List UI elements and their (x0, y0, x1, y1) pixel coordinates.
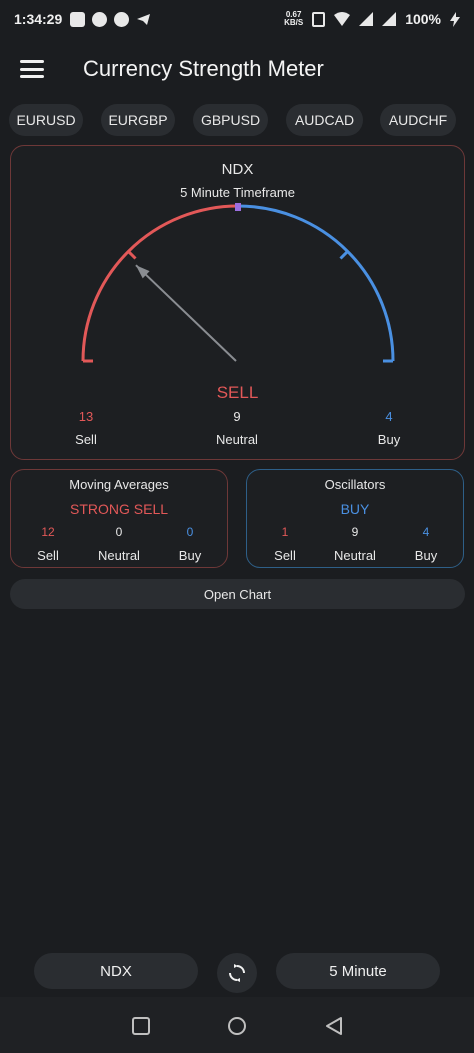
oscillators-card: Oscillators BUY 1 9 4 Sell Neutral Buy (246, 469, 464, 568)
buy-count: 4 (385, 409, 393, 424)
oscillators-title: Oscillators (324, 477, 386, 492)
back-icon[interactable] (323, 1015, 345, 1037)
buy-label: Buy (377, 432, 401, 447)
sell-count: 13 (78, 409, 94, 424)
messenger-icon (114, 11, 130, 27)
system-nav-bar (0, 997, 474, 1053)
symbol-select-button[interactable]: NDX (34, 953, 198, 989)
ma-sell-label: Sell (37, 548, 59, 563)
nfc-icon (312, 11, 326, 27)
notes-icon (70, 11, 86, 27)
network-speed: 0.67 KB/S (284, 10, 304, 27)
messenger-icon (92, 11, 108, 27)
refresh-icon (229, 964, 245, 982)
ma-buy-label: Buy (178, 548, 202, 563)
status-bar: 1:34:29 0.67 KB/S 100% (0, 0, 474, 38)
home-icon[interactable] (226, 1015, 248, 1037)
pair-chip[interactable]: AUDCHF (380, 104, 456, 136)
signal-icon (382, 12, 397, 26)
pair-chip[interactable]: GBPUSD (193, 104, 268, 136)
bottom-controls: NDX 5 Minute (0, 953, 474, 993)
osc-buy-label: Buy (414, 548, 438, 563)
signal-icon (359, 12, 374, 26)
gauge-sell-arc (81, 204, 239, 362)
ma-sell-count: 12 (41, 525, 55, 539)
neutral-count: 9 (233, 409, 241, 424)
osc-neutral-count: 9 (351, 525, 359, 539)
gauge-tick (339, 250, 349, 260)
pair-chips: EURUSD EURGBP GBPUSD AUDCAD AUDCHF (0, 104, 474, 136)
pair-chip[interactable]: EURUSD (9, 104, 83, 136)
status-time: 1:34:29 (14, 11, 63, 27)
ma-buy-count: 0 (186, 525, 194, 539)
osc-buy-count: 4 (422, 525, 430, 539)
app-title: Currency Strength Meter (83, 56, 324, 81)
app-bar: Currency Strength Meter (0, 44, 474, 94)
gauge (81, 203, 395, 363)
ma-neutral-count: 0 (115, 525, 123, 539)
gauge-buy-arc (237, 204, 395, 362)
osc-neutral-label: Neutral (334, 548, 376, 563)
telegram-icon (137, 13, 151, 25)
osc-sell-label: Sell (274, 548, 296, 563)
battery-percent: 100% (405, 11, 441, 27)
menu-icon[interactable] (20, 60, 44, 78)
summary-card: NDX 5 Minute Timeframe SELL 13 9 4 Sell … (10, 145, 465, 460)
refresh-button[interactable] (217, 953, 257, 993)
pair-chip[interactable]: EURGBP (101, 104, 175, 136)
timeframe-select-button[interactable]: 5 Minute (276, 953, 440, 989)
moving-averages-card: Moving Averages STRONG SELL 12 0 0 Sell … (10, 469, 228, 568)
moving-averages-verdict: STRONG SELL (69, 501, 169, 517)
wifi-icon (334, 12, 351, 26)
gauge-center-marker (235, 203, 241, 211)
battery-charging-icon (450, 11, 460, 27)
open-chart-button[interactable]: Open Chart (10, 579, 465, 609)
neutral-label: Neutral (216, 432, 258, 447)
pair-chip[interactable]: AUDCAD (286, 104, 363, 136)
gauge-needle (135, 264, 237, 362)
oscillators-verdict: BUY (340, 501, 370, 517)
osc-sell-count: 1 (281, 525, 289, 539)
ma-neutral-label: Neutral (98, 548, 140, 563)
recents-icon[interactable] (130, 1015, 152, 1037)
sell-label: Sell (75, 432, 97, 447)
moving-averages-title: Moving Averages (69, 477, 169, 492)
summary-verdict: SELL (216, 383, 259, 402)
gauge-tick (127, 250, 137, 260)
